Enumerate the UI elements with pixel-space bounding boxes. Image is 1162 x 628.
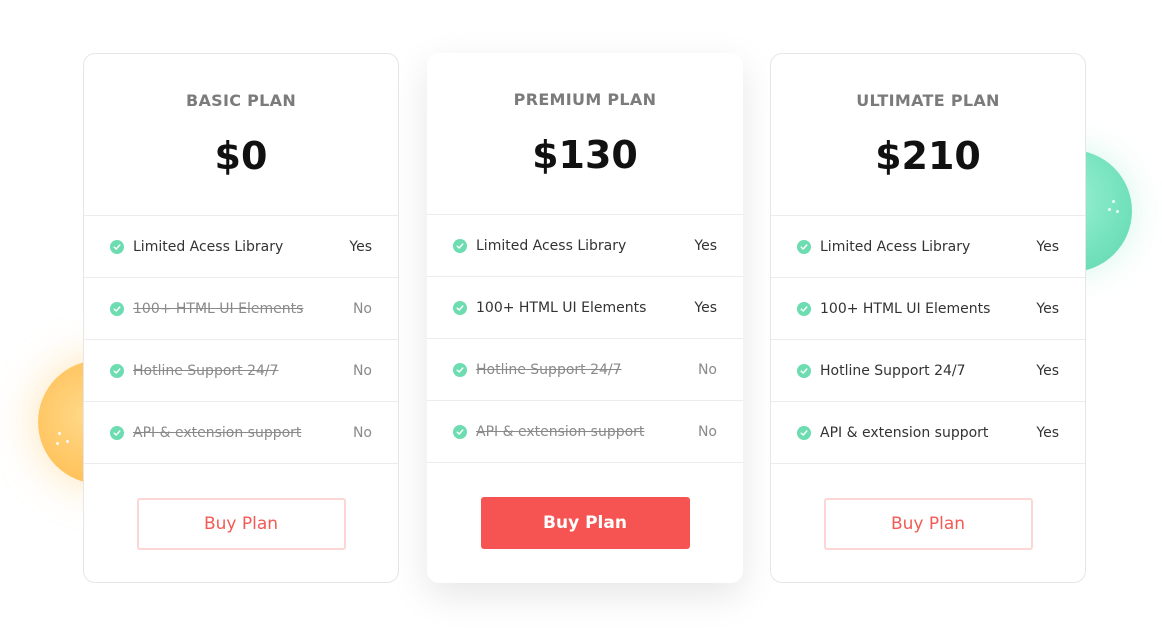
- feature-label: 100+ HTML UI Elements: [133, 300, 304, 317]
- plan-name: BASIC PLAN: [185, 91, 297, 110]
- feature-row: API & extension support Yes: [771, 402, 1085, 464]
- feature-label: 100+ HTML UI Elements: [476, 299, 647, 316]
- card-header: PREMIUM PLAN $130: [427, 53, 743, 215]
- feature-value: No: [352, 300, 372, 317]
- check-circle-icon: [453, 424, 467, 439]
- check-circle-icon: [110, 425, 124, 440]
- plan-price: $210: [875, 134, 981, 178]
- check-circle-icon: [453, 362, 467, 377]
- feature-label: Hotline Support 24/7: [820, 362, 966, 379]
- feature-row: Hotline Support 24/7 No: [84, 340, 398, 402]
- feature-label: API & extension support: [133, 424, 302, 441]
- feature-label: Hotline Support 24/7: [476, 361, 622, 378]
- feature-label: Limited Acess Library: [820, 238, 971, 255]
- feature-value: Yes: [1036, 300, 1059, 317]
- card-footer: Buy Plan: [427, 463, 743, 583]
- plan-price: $0: [214, 134, 268, 178]
- plan-name: ULTIMATE PLAN: [856, 91, 1000, 110]
- check-circle-icon: [797, 425, 811, 440]
- feature-value: Yes: [1036, 424, 1059, 441]
- card-footer: Buy Plan: [84, 464, 398, 582]
- card-header: BASIC PLAN $0: [84, 54, 398, 216]
- check-circle-icon: [797, 363, 811, 378]
- check-circle-icon: [110, 363, 124, 378]
- feature-label: API & extension support: [820, 424, 989, 441]
- feature-value: Yes: [694, 237, 717, 254]
- feature-row: Limited Acess Library Yes: [427, 215, 743, 277]
- plan-price: $130: [532, 133, 638, 177]
- feature-row: Limited Acess Library Yes: [771, 216, 1085, 278]
- feature-value: No: [697, 423, 717, 440]
- feature-value: No: [352, 424, 372, 441]
- plan-name: PREMIUM PLAN: [513, 90, 657, 109]
- buy-plan-button-basic[interactable]: Buy Plan: [136, 498, 346, 550]
- feature-row: Limited Acess Library Yes: [84, 216, 398, 278]
- feature-value: Yes: [1036, 362, 1059, 379]
- feature-row: Hotline Support 24/7 Yes: [771, 340, 1085, 402]
- pricing-card-premium: PREMIUM PLAN $130 Limited Acess Library …: [427, 53, 743, 583]
- check-circle-icon: [110, 301, 124, 316]
- feature-row: 100+ HTML UI Elements No: [84, 278, 398, 340]
- feature-label: 100+ HTML UI Elements: [820, 300, 991, 317]
- feature-row: 100+ HTML UI Elements Yes: [427, 277, 743, 339]
- feature-value: No: [352, 362, 372, 379]
- feature-row: Hotline Support 24/7 No: [427, 339, 743, 401]
- feature-row: API & extension support No: [84, 402, 398, 464]
- buy-plan-button-premium[interactable]: Buy Plan: [480, 497, 690, 549]
- feature-label: API & extension support: [476, 423, 645, 440]
- feature-value: Yes: [349, 238, 372, 255]
- feature-label: Hotline Support 24/7: [133, 362, 279, 379]
- check-circle-icon: [110, 239, 124, 254]
- card-header: ULTIMATE PLAN $210: [771, 54, 1085, 216]
- feature-value: Yes: [1036, 238, 1059, 255]
- check-circle-icon: [453, 238, 467, 253]
- card-footer: Buy Plan: [771, 464, 1085, 582]
- feature-row: API & extension support No: [427, 401, 743, 463]
- feature-label: Limited Acess Library: [133, 238, 284, 255]
- feature-row: 100+ HTML UI Elements Yes: [771, 278, 1085, 340]
- buy-plan-button-ultimate[interactable]: Buy Plan: [823, 498, 1033, 550]
- feature-value: Yes: [694, 299, 717, 316]
- pricing-section: BASIC PLAN $0 Limited Acess Library Yes …: [0, 0, 1162, 628]
- pricing-card-basic: BASIC PLAN $0 Limited Acess Library Yes …: [83, 53, 399, 583]
- check-circle-icon: [797, 301, 811, 316]
- check-circle-icon: [797, 239, 811, 254]
- check-circle-icon: [453, 300, 467, 315]
- feature-label: Limited Acess Library: [476, 237, 627, 254]
- feature-value: No: [697, 361, 717, 378]
- pricing-card-ultimate: ULTIMATE PLAN $210 Limited Acess Library…: [770, 53, 1086, 583]
